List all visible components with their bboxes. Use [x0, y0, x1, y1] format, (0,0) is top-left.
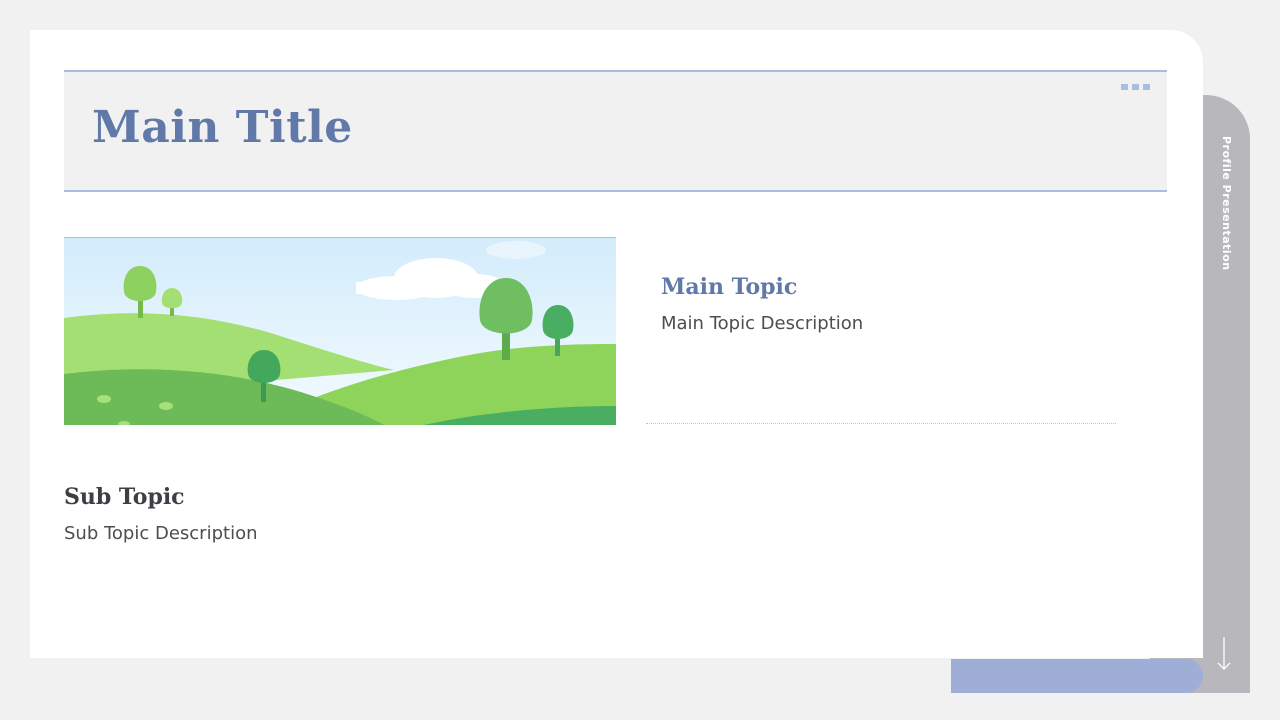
dot	[1132, 84, 1139, 90]
arrow-down-icon[interactable]	[1215, 636, 1233, 672]
sub-topic-description: Sub Topic Description	[64, 523, 258, 544]
dot	[1143, 84, 1150, 90]
side-label: Profile Presentation	[1220, 136, 1233, 271]
dot	[1121, 84, 1128, 90]
page-title: Main Title	[92, 102, 353, 153]
bottom-pill	[951, 659, 1203, 693]
main-topic-heading: Main Topic	[661, 274, 798, 300]
main-topic-description: Main Topic Description	[661, 313, 864, 334]
sub-topic-heading: Sub Topic	[64, 484, 185, 510]
divider	[646, 423, 1116, 424]
dots-menu-icon[interactable]	[1121, 84, 1153, 92]
landscape-image	[64, 237, 616, 425]
